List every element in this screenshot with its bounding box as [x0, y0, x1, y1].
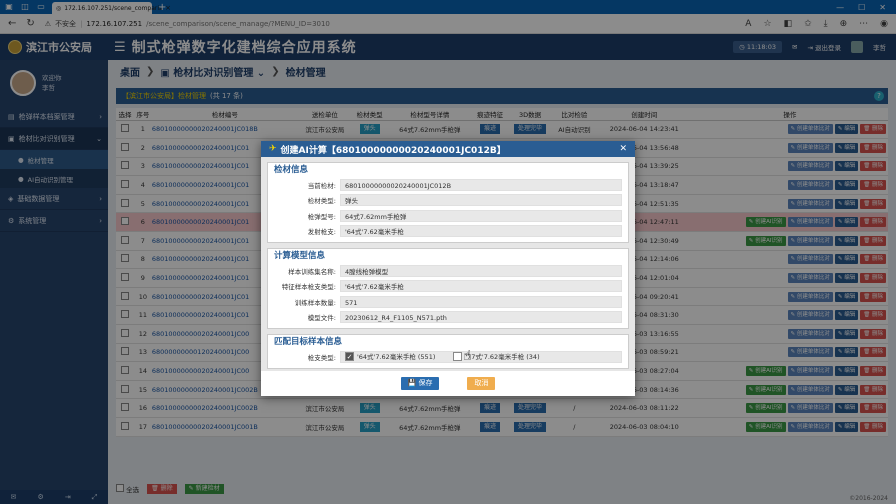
field-label: 发射枪支: — [307, 228, 336, 237]
save-button[interactable]: 💾 保存 — [400, 377, 440, 390]
feature-gun-type-field: '64式'7.62毫米手枪 — [340, 280, 622, 293]
specimen-info-section: 检材信息 当前检材: 68010000000020240001JC012B 检材类… — [267, 162, 629, 243]
field-label: 当前检材: — [307, 181, 336, 190]
match-target-section: 匹配目标样本信息 枪支类型: ✓ '64式'7.62毫米手枪 (551) '77式… — [267, 334, 629, 369]
gun-type-options: ✓ '64式'7.62毫米手枪 (551) '77式'7.62毫米手枪 (34) — [340, 350, 622, 363]
cancel-button[interactable]: 取消 — [467, 377, 496, 390]
specimen-type-field: 弹头 — [340, 194, 622, 207]
ammo-model-field: 64式7.62mm手枪弹 — [340, 209, 622, 222]
field-label: 样本训练集名称: — [288, 267, 336, 276]
checkbox-checked[interactable]: ✓ — [345, 352, 354, 362]
sample-count-field: 571 — [340, 295, 622, 308]
section-legend: 检材信息 — [274, 165, 309, 175]
gun-type-option-64[interactable]: ✓ '64式'7.62毫米手枪 (551) — [345, 351, 435, 363]
current-specimen-field: 68010000000020240001JC012B — [340, 178, 622, 191]
section-legend: 计算模型信息 — [274, 251, 326, 261]
dialog-footer: 💾 保存 取消 — [261, 371, 635, 396]
ai-compute-dialog: ✈ 创建AI计算【68010000000020240001JC012B】 ✕ 检… — [261, 141, 635, 396]
section-legend: 匹配目标样本信息 — [274, 337, 343, 347]
field-label: 特征样本枪支类型: — [281, 283, 336, 292]
model-file-field: 20230612_R4_F1105_N571.pth — [340, 311, 622, 324]
field-label: 检材类型: — [307, 197, 336, 206]
field-label: 枪支类型: — [307, 353, 336, 362]
bird-logo-icon: ✈ — [269, 144, 277, 154]
dialog-body: 检材信息 当前检材: 68010000000020240001JC012B 检材类… — [261, 157, 635, 371]
checkbox-unchecked[interactable] — [453, 352, 463, 362]
training-set-field: 4膛线枪弹模型 — [340, 264, 622, 277]
dialog-title: 创建AI计算【68010000000020240001JC012B】 — [280, 145, 506, 156]
model-info-section: 计算模型信息 样本训练集名称: 4膛线枪弹模型 特征样本枪支类型: '64式'7.6… — [267, 248, 629, 329]
field-label: 枪弹型号: — [307, 212, 336, 221]
dialog-header: ✈ 创建AI计算【68010000000020240001JC012B】 ✕ — [261, 141, 635, 157]
hand-cursor-icon: ☝ — [463, 348, 472, 364]
close-icon[interactable]: ✕ — [619, 144, 627, 154]
firing-gun-field: '64式'7.62毫米手枪 — [340, 225, 622, 238]
field-label: 模型文件: — [307, 314, 336, 323]
field-label: 训练样本数量: — [294, 298, 336, 307]
